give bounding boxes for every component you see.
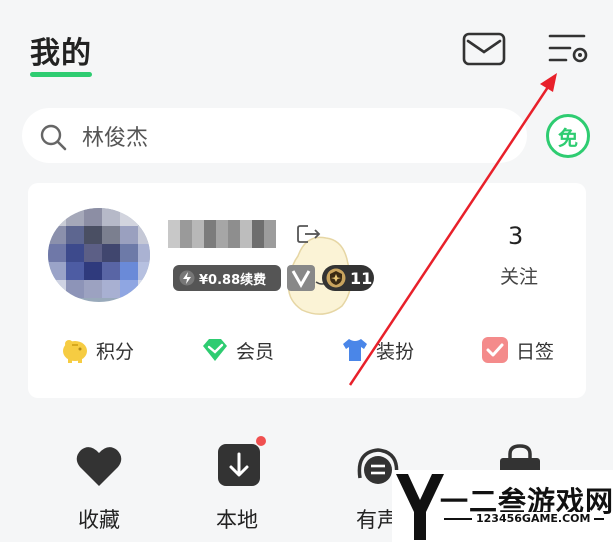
title-underline xyxy=(30,72,92,77)
follow-count[interactable]: 3 xyxy=(508,222,523,250)
points-button[interactable]: 积分 xyxy=(60,336,134,364)
free-mode-badge[interactable]: 免 xyxy=(546,114,590,158)
diamond-icon xyxy=(203,339,227,361)
lightning-icon xyxy=(179,270,195,286)
daily-sign-label: 日签 xyxy=(516,340,555,363)
level-number: 11 xyxy=(350,268,373,288)
heart-icon[interactable] xyxy=(75,444,123,488)
vip-renew-badge[interactable]: ¥0.88续费 xyxy=(173,265,281,291)
dress-up-button[interactable]: 装扮 xyxy=(340,336,414,364)
page-title: 我的 xyxy=(30,36,92,71)
v-level-badge[interactable] xyxy=(287,265,315,291)
dress-up-label: 装扮 xyxy=(376,340,415,363)
follow-label[interactable]: 关注 xyxy=(500,262,538,289)
membership-button[interactable]: 会员 xyxy=(200,336,274,364)
search-icon xyxy=(40,124,67,151)
tshirt-icon xyxy=(343,339,367,361)
local-label[interactable]: 本地 xyxy=(216,504,258,534)
daily-sign-button[interactable]: 日签 xyxy=(480,336,554,364)
checkbox-icon xyxy=(482,337,508,363)
notification-dot xyxy=(256,436,266,446)
vip-renew-text: ¥0.88续费 xyxy=(199,272,267,288)
level-badge[interactable]: 11 xyxy=(322,265,374,291)
watermark-url: 123456GAME.COM xyxy=(472,512,595,525)
switch-account-icon[interactable] xyxy=(296,224,322,244)
points-label: 积分 xyxy=(96,340,135,363)
mail-icon[interactable] xyxy=(462,32,506,66)
favorites-label[interactable]: 收藏 xyxy=(78,504,120,534)
search-input[interactable]: 林俊杰 xyxy=(82,120,148,152)
membership-label: 会员 xyxy=(236,340,275,363)
settings-icon[interactable] xyxy=(548,32,590,66)
v-icon xyxy=(291,270,311,289)
download-icon[interactable] xyxy=(216,444,264,488)
piggy-bank-icon xyxy=(63,340,87,363)
avatar[interactable] xyxy=(48,208,150,302)
shield-icon xyxy=(326,268,346,288)
username[interactable] xyxy=(168,220,280,248)
